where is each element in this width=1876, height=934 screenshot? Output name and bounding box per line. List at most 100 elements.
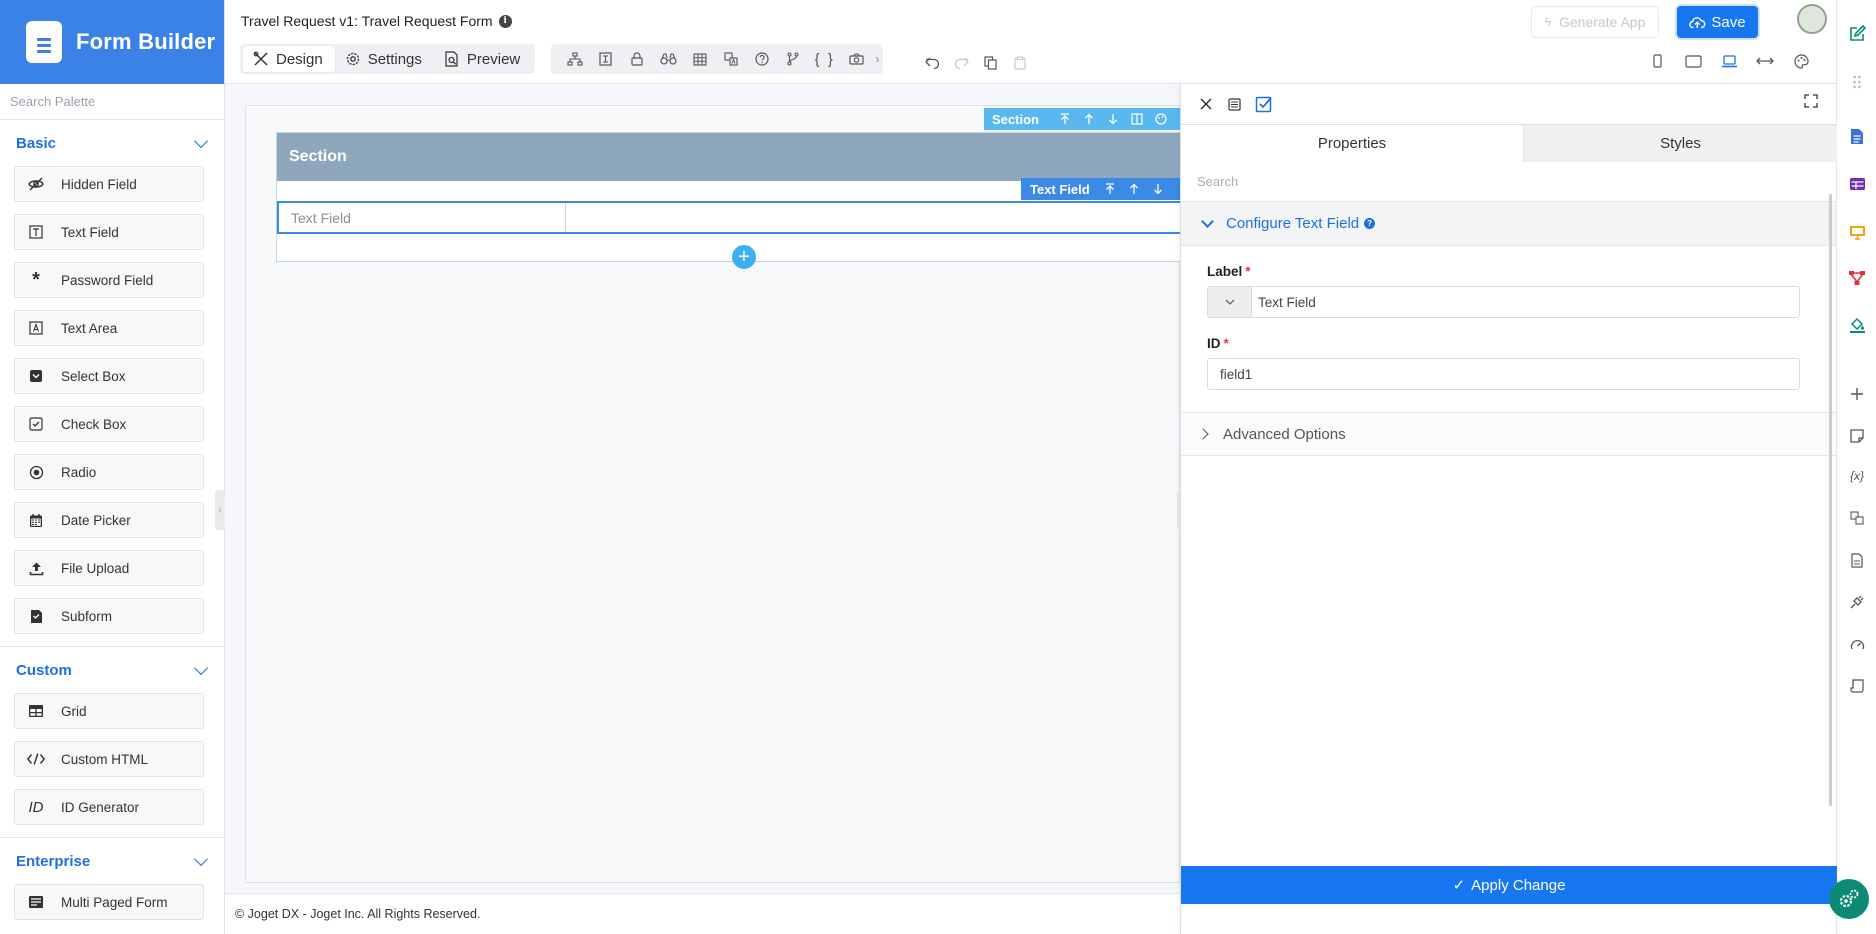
move-top-icon[interactable]: [1053, 108, 1077, 130]
drag-handle-icon[interactable]: [1847, 72, 1867, 92]
undo-icon[interactable]: [918, 48, 947, 78]
text-field-element[interactable]: Text Field: [277, 201, 1182, 234]
plugin-icon[interactable]: [1847, 592, 1867, 612]
info-icon[interactable]: i: [498, 14, 512, 28]
advanced-options-header[interactable]: Advanced Options: [1181, 412, 1836, 456]
paste-icon[interactable]: [1005, 48, 1034, 78]
panel-scrollbar[interactable]: [1829, 194, 1832, 806]
translate-icon[interactable]: [715, 44, 746, 74]
language-dropdown[interactable]: [1208, 287, 1252, 317]
id-input[interactable]: field1: [1207, 358, 1800, 390]
performance-icon[interactable]: [1847, 634, 1867, 654]
palette-select-box[interactable]: Select Box: [14, 358, 204, 394]
document-icon[interactable]: [1847, 550, 1867, 570]
property-form: Label * Text Field ID * field1: [1181, 264, 1836, 390]
property-search-input[interactable]: Search: [1181, 162, 1836, 202]
field-toolbar-label: Text Field: [1030, 181, 1090, 197]
add-element-button[interactable]: +: [732, 245, 756, 269]
help-icon[interactable]: [747, 44, 778, 74]
table-icon[interactable]: [684, 44, 715, 74]
scroll-right-icon[interactable]: ›: [872, 44, 883, 74]
palette-grid[interactable]: Grid: [14, 693, 204, 729]
category-enterprise[interactable]: Enterprise: [0, 838, 224, 884]
redo-icon[interactable]: [947, 48, 976, 78]
move-top-icon[interactable]: [1098, 178, 1122, 200]
branch-icon[interactable]: [778, 44, 809, 74]
add-icon[interactable]: [1847, 384, 1867, 404]
palette-file-upload[interactable]: File Upload: [14, 550, 204, 586]
lock-icon[interactable]: [622, 44, 653, 74]
process-icon[interactable]: [1847, 268, 1867, 288]
copy-icon[interactable]: [976, 48, 1005, 78]
configure-group-header[interactable]: Configure Text Field ?: [1181, 202, 1836, 246]
datalist-icon[interactable]: [1847, 174, 1867, 194]
note-icon[interactable]: [1847, 426, 1867, 446]
form-title-text: Travel Request v1: Travel Request Form: [241, 13, 493, 29]
columns-icon[interactable]: [1125, 108, 1149, 130]
mobile-view-icon[interactable]: [1639, 46, 1675, 76]
palette-id-generator[interactable]: ID ID Generator: [14, 789, 204, 825]
apply-change-button[interactable]: ✓ Apply Change: [1181, 866, 1837, 904]
tab-label: Preview: [466, 50, 521, 68]
tree-view-icon[interactable]: [559, 44, 590, 74]
save-button[interactable]: Save: [1677, 6, 1758, 38]
top-toolbar: Travel Request v1: Travel Request Form i…: [225, 0, 1836, 84]
edit-icon[interactable]: [1847, 24, 1867, 44]
palette-password-field[interactable]: * Password Field: [14, 262, 204, 298]
palette-hidden-field[interactable]: Hidden Field: [14, 166, 204, 202]
palette-item-label: Check Box: [61, 416, 127, 432]
palette-theme-icon[interactable]: [1783, 46, 1819, 76]
form-icon[interactable]: [1847, 126, 1867, 146]
section-style-icon[interactable]: [1149, 108, 1173, 130]
design-tools-icon: [253, 51, 268, 66]
palette-text-field[interactable]: Text Field: [14, 214, 204, 250]
settings-gear-button[interactable]: [1829, 879, 1869, 919]
palette-check-box[interactable]: Check Box: [14, 406, 204, 442]
palette-text-area[interactable]: Text Area: [14, 310, 204, 346]
palette-subform[interactable]: Subform: [14, 598, 204, 634]
collapse-palette-handle[interactable]: ‹: [215, 490, 225, 530]
expand-icon[interactable]: [1804, 94, 1818, 108]
tab-preview[interactable]: Preview: [434, 46, 532, 72]
move-down-icon[interactable]: [1146, 178, 1170, 200]
camera-icon[interactable]: [840, 44, 871, 74]
palette-search-input[interactable]: Search Palette: [0, 84, 224, 120]
tablet-view-icon[interactable]: [1675, 46, 1711, 76]
user-avatar[interactable]: [1797, 4, 1827, 34]
paint-bucket-icon[interactable]: [1847, 314, 1867, 334]
palette-multi-paged-form[interactable]: Multi Paged Form: [14, 884, 204, 920]
full-width-icon[interactable]: [1747, 46, 1783, 76]
id-field-label: ID *: [1207, 336, 1229, 351]
tab-properties[interactable]: Properties: [1181, 124, 1524, 162]
palette-radio[interactable]: Radio: [14, 454, 204, 490]
tab-design[interactable]: Design: [243, 46, 335, 72]
generate-app-button[interactable]: ϟ Generate App: [1531, 6, 1659, 38]
radio-icon: [27, 463, 45, 481]
label-input[interactable]: Text Field: [1207, 286, 1800, 318]
scroll-icon[interactable]: [1847, 676, 1867, 696]
variables-icon[interactable]: [590, 44, 621, 74]
tab-label: Design: [276, 50, 323, 68]
json-braces-icon[interactable]: { }: [809, 44, 840, 74]
checkbox-confirm-icon[interactable]: [1249, 92, 1278, 116]
laptop-view-icon[interactable]: [1711, 46, 1747, 76]
binoculars-icon[interactable]: [653, 44, 684, 74]
palette-date-picker[interactable]: Date Picker: [14, 502, 204, 538]
translate-rail-icon[interactable]: [1847, 508, 1867, 528]
help-icon[interactable]: ?: [1364, 218, 1376, 229]
form-properties-icon[interactable]: [1220, 92, 1249, 116]
palette-custom-html[interactable]: Custom HTML: [14, 741, 204, 777]
move-up-icon[interactable]: [1077, 108, 1101, 130]
category-basic[interactable]: Basic: [0, 120, 224, 166]
move-down-icon[interactable]: [1101, 108, 1125, 130]
close-icon[interactable]: [1191, 92, 1220, 116]
tab-settings[interactable]: Settings: [335, 46, 434, 72]
category-custom[interactable]: Custom: [0, 647, 224, 693]
brand-header: Form Builder: [0, 0, 224, 84]
viewport-tools: [1639, 46, 1819, 76]
tab-styles[interactable]: Styles: [1524, 124, 1837, 162]
userview-icon[interactable]: [1847, 222, 1867, 242]
variable-icon[interactable]: {x}: [1847, 466, 1867, 486]
move-up-icon[interactable]: [1122, 178, 1146, 200]
group-title: Advanced Options: [1223, 425, 1346, 443]
